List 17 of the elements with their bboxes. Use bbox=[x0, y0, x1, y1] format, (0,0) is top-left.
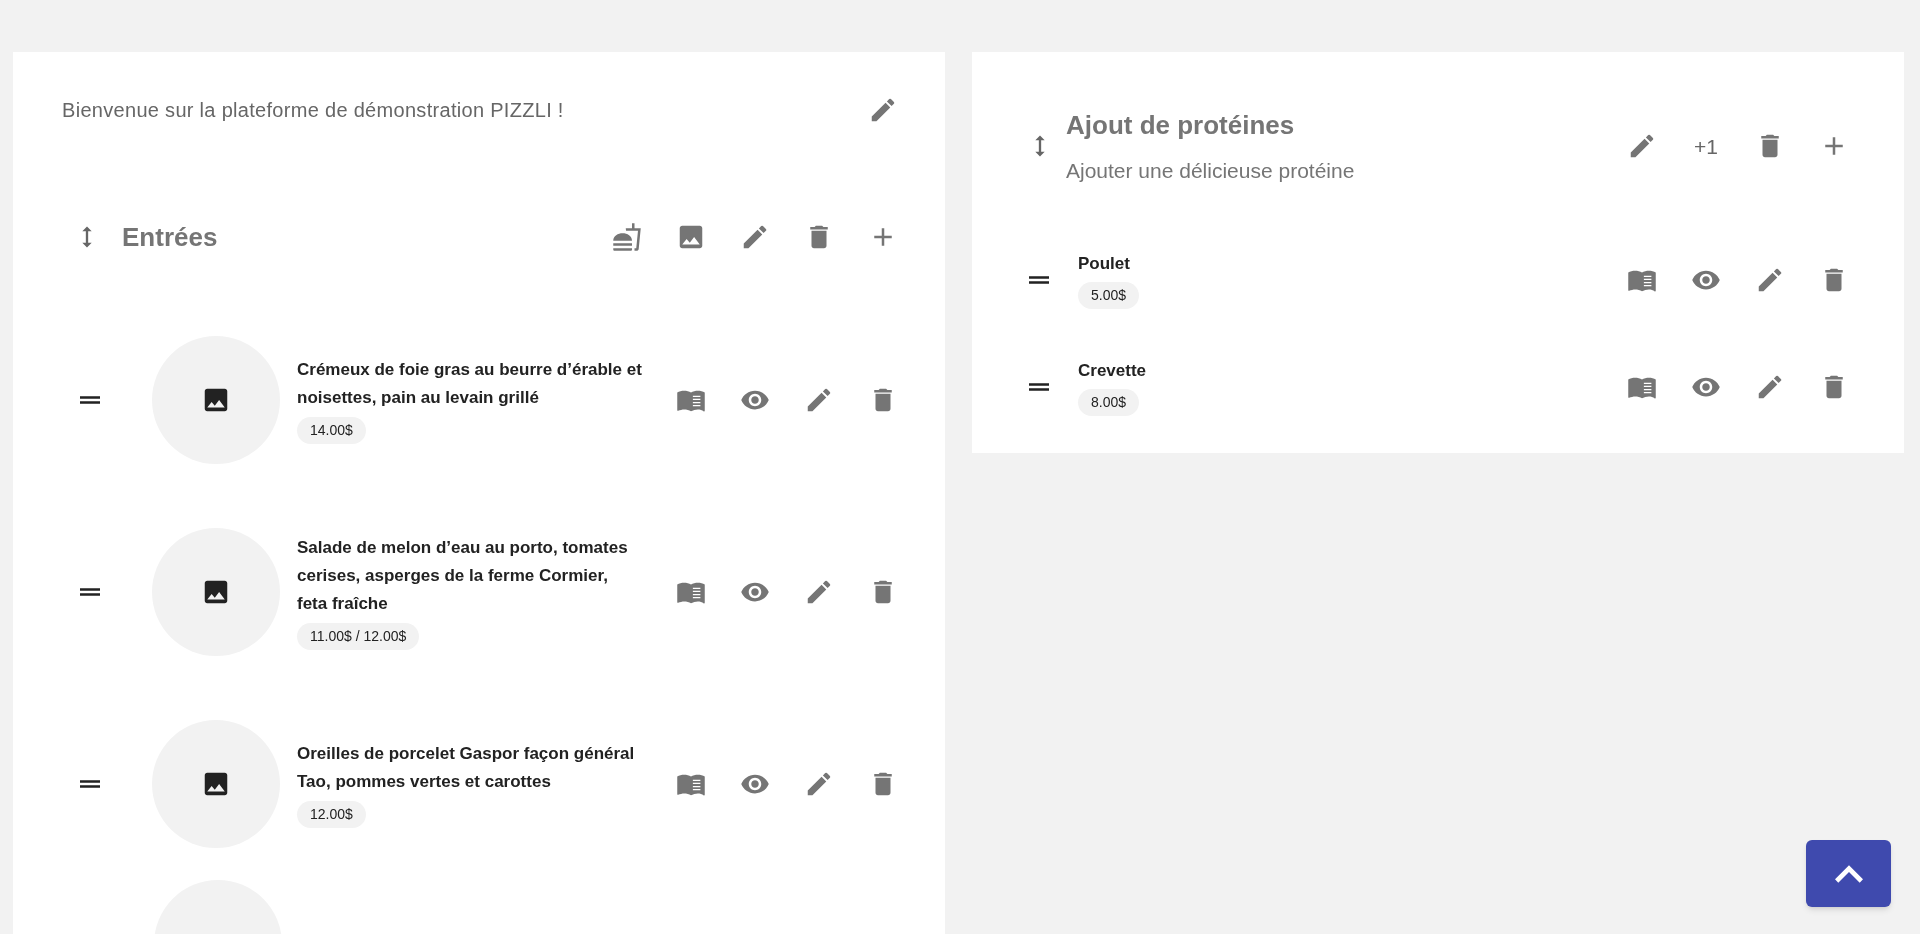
item-name: Salade de melon d’eau au porto, tomates cerises, asperges de la ferme Cormier, feta fraîche bbox=[297, 537, 629, 615]
price-tag: 14.00$ bbox=[297, 417, 366, 444]
scroll-to-top-button[interactable] bbox=[1806, 840, 1891, 907]
welcome-text: Bienvenue sur la plateforme de démonstration PIZZLI ! bbox=[62, 98, 565, 123]
option-name: Crevette bbox=[1078, 360, 1147, 383]
item-name: Oreilles de porcelet Gaspor façon général Tao, pommes vertes et carottes bbox=[297, 743, 636, 793]
item-name: Crémeux de foie gras au beurre d’érable et noisettes, pain au levain grillé bbox=[297, 359, 642, 409]
price-tag: 11.00$ / 12.00$ bbox=[297, 623, 420, 650]
group-subtitle: Ajouter une délicieuse protéine bbox=[1066, 158, 1356, 184]
group-title: Ajout de protéines bbox=[1066, 109, 1296, 142]
increment-button[interactable]: +1 bbox=[1686, 126, 1726, 167]
category-title: Entrées bbox=[122, 220, 219, 254]
price-tag: 8.00$ bbox=[1078, 388, 1140, 416]
price-tag: 12.00$ bbox=[297, 801, 366, 828]
price-tag: 5.00$ bbox=[1078, 281, 1140, 309]
option-name: Poulet bbox=[1078, 253, 1130, 276]
dish-icon bbox=[612, 222, 642, 252]
